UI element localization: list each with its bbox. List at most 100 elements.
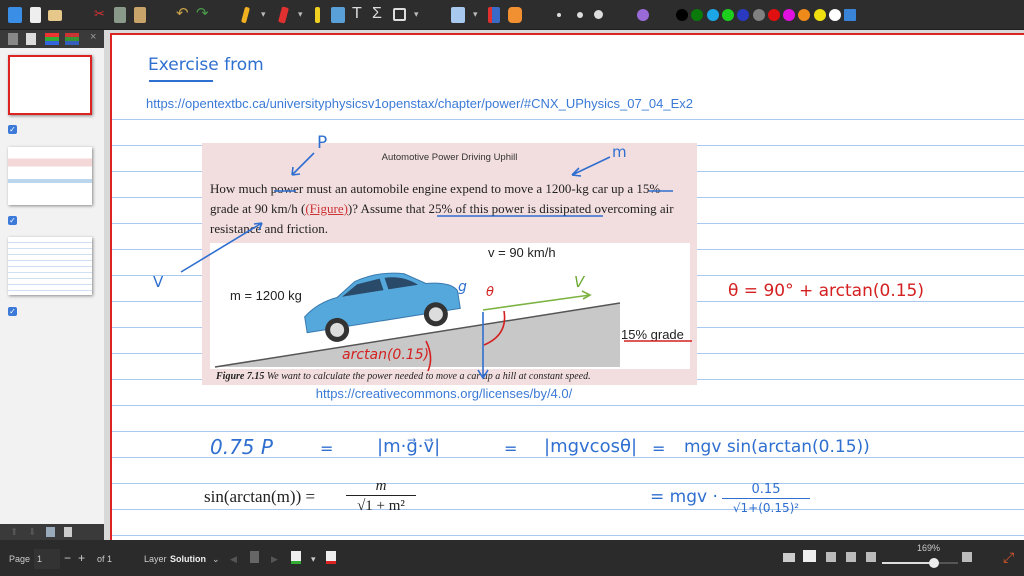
arrow-to-mass — [571, 156, 611, 177]
delete-page-icon[interactable] — [64, 527, 72, 537]
select-dropdown[interactable]: ▾ — [473, 9, 478, 20]
eraser-icon[interactable] — [278, 6, 289, 24]
add-layer-dropdown-icon[interactable]: ▾ — [311, 554, 316, 565]
color-swatch[interactable] — [767, 9, 780, 21]
page-thumbnail-1[interactable] — [8, 55, 92, 115]
page-number-input[interactable]: 1 — [34, 549, 60, 569]
eq2-denominator: √1+(0.15)² — [732, 501, 800, 515]
page-thumbnail-2[interactable] — [8, 147, 92, 205]
zoom-100-icon[interactable] — [846, 552, 856, 562]
color-swatch[interactable] — [676, 9, 688, 21]
shape-rectangle-icon[interactable] — [393, 8, 406, 21]
delete-layer-icon[interactable] — [326, 551, 336, 564]
page-1-checkbox[interactable]: ✓ — [8, 125, 17, 134]
move-down-icon[interactable]: ⬇ — [28, 527, 36, 538]
size-small-icon[interactable] — [557, 13, 561, 17]
eq-term2: |mgvcosθ| — [544, 436, 638, 457]
layer-next-icon[interactable]: ▶ — [271, 554, 278, 565]
zoom-reset-icon[interactable] — [962, 552, 972, 562]
size-large-icon[interactable] — [594, 10, 603, 19]
zoom-level: 169% — [917, 543, 941, 553]
layer-icon[interactable] — [250, 551, 259, 563]
paste-icon[interactable] — [134, 7, 146, 23]
highlighter-icon[interactable] — [315, 7, 320, 23]
annotation-v-vector: V — [574, 273, 585, 291]
eq2-fraction: 0.15 √1+(0.15)² — [722, 481, 810, 517]
page-3-checkbox[interactable]: ✓ — [8, 307, 17, 316]
identity-numerator: m — [346, 477, 416, 496]
move-up-icon[interactable]: ⬆ — [10, 527, 18, 538]
new-document-icon[interactable] — [30, 7, 41, 23]
page-2-checkbox[interactable]: ✓ — [8, 216, 17, 225]
gravity-vector-arrow — [477, 312, 489, 380]
zoom-slider[interactable] — [882, 558, 958, 568]
text-icon[interactable]: T — [352, 5, 366, 22]
zoom-width-icon[interactable] — [866, 552, 876, 562]
fullscreen-icon[interactable]: ⤢ — [1003, 549, 1014, 566]
size-medium-icon[interactable] — [577, 12, 583, 18]
undo-icon[interactable]: ↶ — [176, 4, 190, 22]
main-toolbar: ✂ ↶ ↷ ▾ ▾ T Σ ▾ ▾ — [0, 0, 1024, 30]
eq2-lhs: = mgv · — [650, 487, 718, 507]
eq-equals: = — [652, 439, 666, 458]
image-icon[interactable] — [331, 7, 345, 23]
pen-icon[interactable] — [241, 6, 250, 24]
latex-fraction: m √1 + m² — [346, 477, 416, 516]
annotation-v: V — [153, 273, 164, 291]
annotation-arctan: arctan(0.15) — [342, 347, 430, 363]
open-folder-icon[interactable] — [48, 10, 62, 21]
cut-icon[interactable]: ✂ — [94, 6, 108, 22]
layer-previous-icon[interactable]: ◀ — [230, 554, 237, 565]
color-swatch[interactable] — [721, 9, 734, 21]
eraser-dropdown[interactable]: ▾ — [298, 9, 303, 20]
duplicate-page-icon[interactable] — [46, 527, 55, 537]
color-swatch[interactable] — [752, 9, 765, 21]
hand-icon[interactable] — [508, 7, 522, 23]
color-swatch[interactable] — [706, 9, 719, 21]
redo-icon[interactable]: ↷ — [196, 4, 210, 22]
page-thumbnail-3[interactable] — [8, 237, 92, 295]
copy-icon[interactable] — [114, 7, 126, 23]
status-bar: Page 1 − + of 1 Layer Solution ⌄ ◀ ▶ ▾ 1… — [0, 540, 1024, 576]
layer-dropdown-icon[interactable]: ⌄ — [212, 554, 220, 565]
layer-visibility-icon[interactable] — [65, 33, 79, 45]
page-decrement-button[interactable]: − — [64, 551, 71, 565]
color-swatch[interactable] — [844, 9, 857, 21]
color-swatch[interactable] — [737, 9, 750, 21]
eq-term3: mgv sin(arctan(0.15)) — [684, 437, 870, 457]
color-swatch[interactable] — [691, 9, 704, 21]
save-icon[interactable] — [8, 7, 22, 23]
pages-tab-icon[interactable] — [26, 33, 36, 45]
pen-dropdown[interactable]: ▾ — [261, 9, 266, 20]
annotation-theta: θ — [486, 285, 494, 300]
page-preview-sidebar: ✓ ✓ ✓ — [0, 30, 104, 540]
layers-tab-icon[interactable] — [45, 33, 59, 45]
select-rectangle-icon[interactable] — [451, 7, 465, 23]
eq-lhs: 0.75 P — [210, 435, 273, 459]
annotation-p: P — [317, 133, 328, 153]
color-swatch[interactable] — [813, 9, 826, 21]
page-increment-button[interactable]: + — [78, 551, 85, 565]
page-canvas[interactable]: Exercise from https://opentextbc.ca/univ… — [110, 33, 1024, 540]
vertical-space-icon[interactable] — [488, 7, 500, 23]
sidebar-footer: ⬆ ⬇ — [0, 524, 104, 540]
layer-select[interactable]: Solution — [170, 554, 206, 564]
zoom-fit-icon[interactable] — [826, 552, 836, 562]
thumbnails-tab-icon[interactable] — [8, 33, 18, 45]
shape-dropdown[interactable]: ▾ — [414, 9, 419, 20]
presentation-mode-icon[interactable] — [803, 550, 816, 562]
identity-denominator: √1 + m² — [357, 498, 405, 514]
color-swatch[interactable] — [798, 9, 811, 21]
color-swatch[interactable] — [829, 9, 841, 21]
two-pages-icon[interactable] — [783, 553, 795, 562]
add-layer-icon[interactable] — [291, 551, 301, 564]
zoom-slider-handle[interactable] — [929, 558, 940, 568]
fill-icon[interactable] — [637, 9, 649, 21]
eq2-numerator: 0.15 — [722, 481, 810, 499]
latex-sigma-icon[interactable]: Σ — [372, 5, 386, 22]
annotation-m: m — [612, 143, 627, 161]
color-swatch[interactable] — [783, 9, 796, 21]
close-sidebar-icon[interactable]: × — [90, 31, 96, 43]
license-url[interactable]: https://creativecommons.org/licenses/by/… — [112, 386, 776, 401]
page-label: Page — [9, 554, 31, 564]
